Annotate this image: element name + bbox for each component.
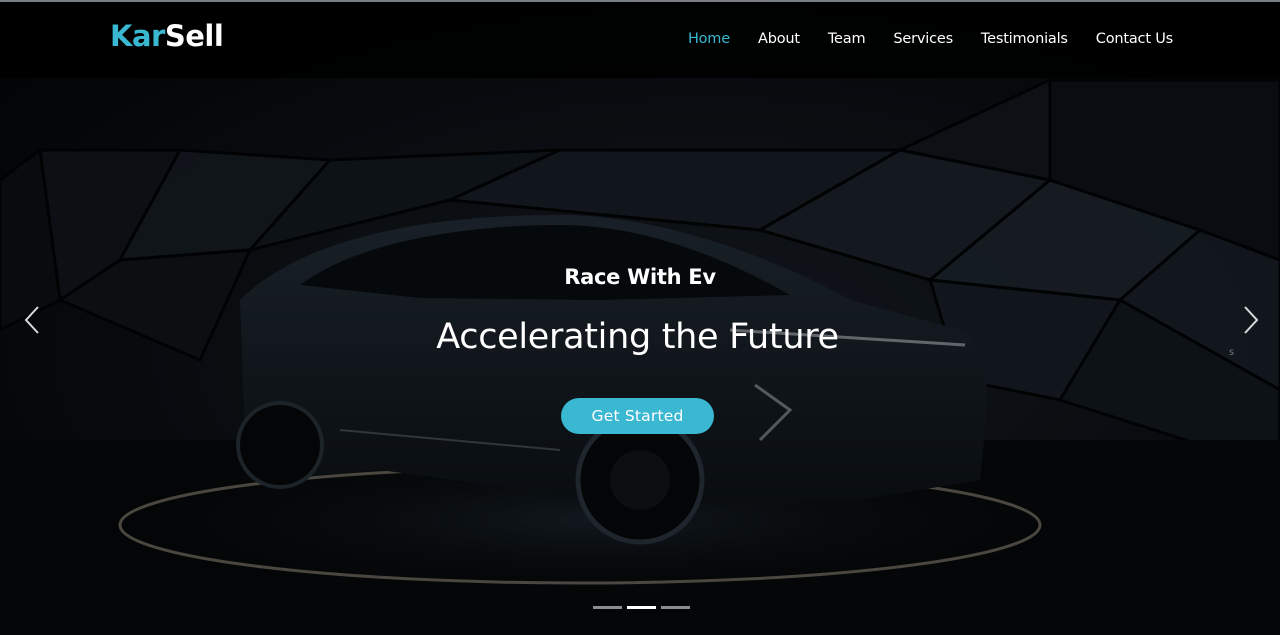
chevron-left-icon xyxy=(24,306,39,334)
carousel-indicators xyxy=(593,606,690,609)
stray-text: s xyxy=(1229,347,1235,358)
carousel-indicator-2[interactable] xyxy=(627,606,656,609)
carousel-next-button[interactable] xyxy=(1236,303,1266,337)
carousel-indicator-3[interactable] xyxy=(661,606,690,609)
get-started-button[interactable]: Get Started xyxy=(561,398,714,434)
hero-caption: Race With Ev Accelerating the Future Get… xyxy=(0,0,1280,635)
hero-title: Accelerating the Future xyxy=(436,317,839,357)
carousel-indicator-1[interactable] xyxy=(593,606,622,609)
chevron-right-icon xyxy=(1244,306,1259,334)
hero-carousel: KarSell Home About Team Services Testimo… xyxy=(0,0,1280,635)
carousel-prev-button[interactable] xyxy=(17,303,47,337)
hero-subtitle: Race With Ev xyxy=(564,265,716,289)
